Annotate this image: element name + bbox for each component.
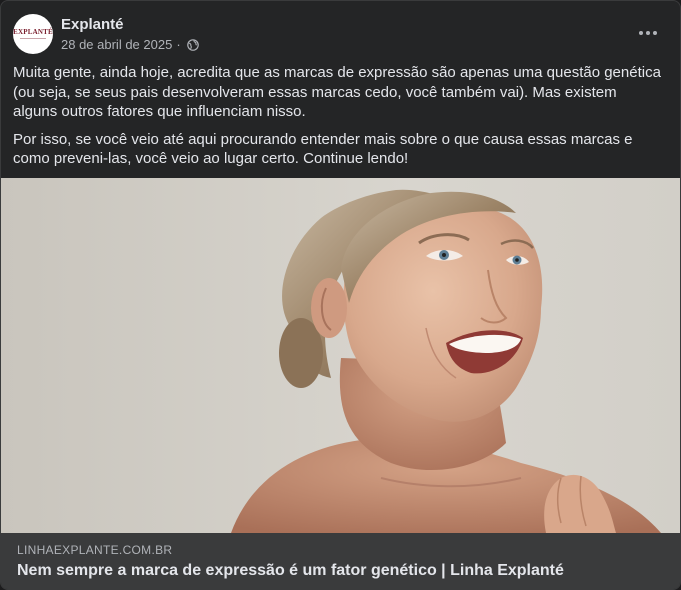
more-horizontal-icon: [639, 31, 657, 35]
meta-separator: ·: [176, 37, 181, 52]
facebook-post-card: EXPLANTÉ Explanté 28 de abril de 2025 · …: [0, 0, 681, 590]
post-paragraph-2: Por isso, se você veio até aqui procuran…: [13, 130, 633, 168]
brand-logo: EXPLANTÉ: [13, 29, 53, 39]
more-options-button[interactable]: [632, 17, 664, 49]
post-header: EXPLANTÉ Explanté 28 de abril de 2025 ·: [1, 1, 680, 63]
woman-portrait-illustration: [1, 178, 680, 533]
post-meta: 28 de abril de 2025 ·: [61, 37, 199, 52]
link-domain: LINHAEXPLANTE.COM.BR: [17, 543, 173, 557]
link-preview-footer[interactable]: LINHAEXPLANTE.COM.BR Nem sempre a marca …: [1, 533, 680, 589]
brand-logo-text: EXPLANTÉ: [13, 28, 53, 36]
post-date[interactable]: 28 de abril de 2025: [61, 37, 172, 52]
brand-logo-underline: [20, 38, 46, 39]
page-name[interactable]: Explanté: [61, 16, 124, 33]
post-body-text: Muita gente, ainda hoje, acredita que as…: [13, 63, 663, 177]
post-paragraph-1: Muita gente, ainda hoje, acredita que as…: [13, 64, 661, 120]
link-title[interactable]: Nem sempre a marca de expressão é um fat…: [17, 562, 564, 580]
link-preview-image[interactable]: [1, 178, 680, 533]
globe-icon[interactable]: [186, 38, 199, 51]
avatar[interactable]: EXPLANTÉ: [13, 14, 53, 54]
